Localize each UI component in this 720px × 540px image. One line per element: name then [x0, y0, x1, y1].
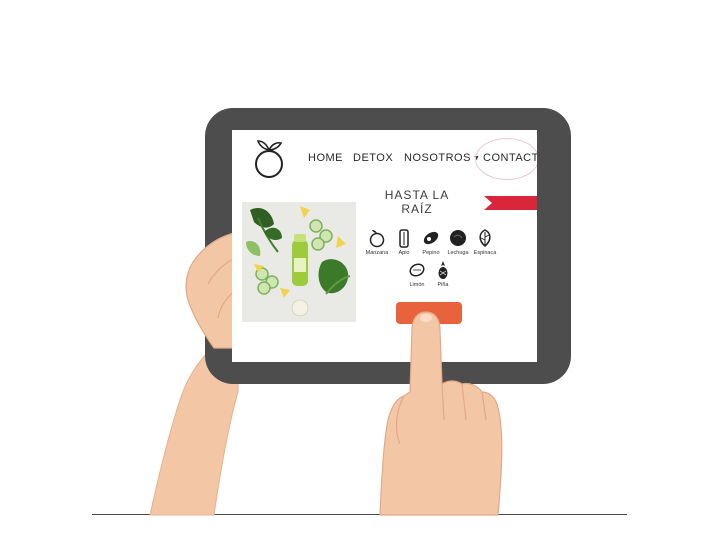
- right-hand-pointer: [379, 311, 503, 516]
- scene: HOME DETOX NOSOTROS▼ CONTACTO: [0, 0, 720, 540]
